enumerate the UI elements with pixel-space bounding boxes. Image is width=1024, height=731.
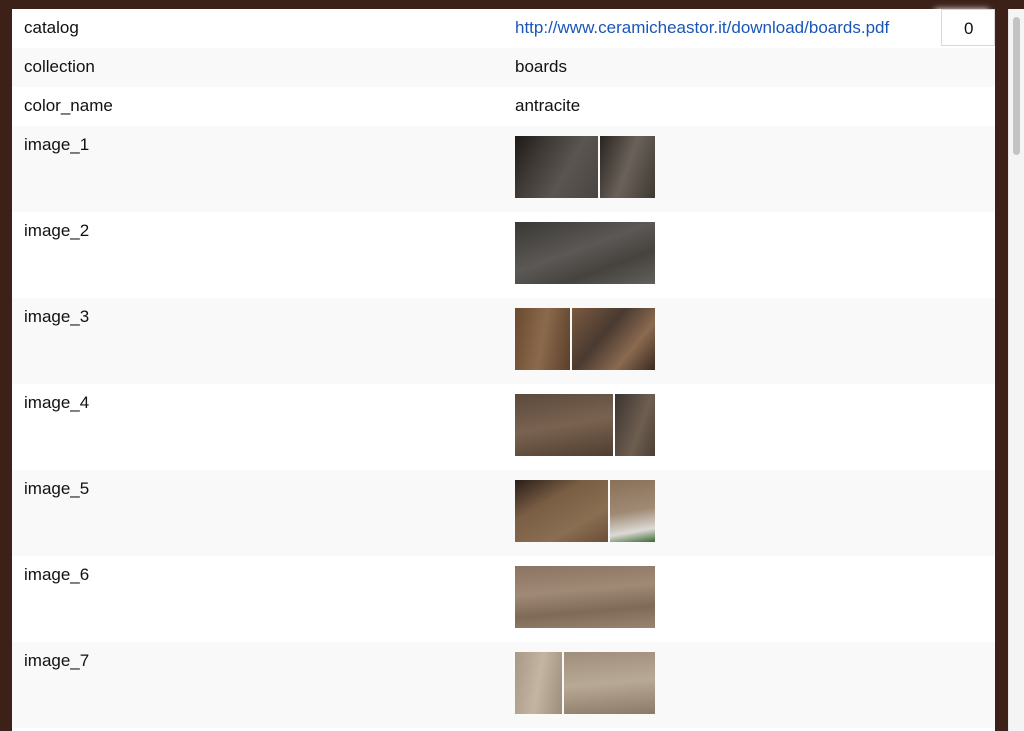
row-key: image_5: [24, 479, 90, 498]
image-thumbnail[interactable]: [515, 566, 655, 628]
image-thumbnail[interactable]: [515, 222, 655, 284]
row-key: catalog: [24, 18, 79, 37]
row-catalog: catalog http://www.ceramicheastor.it/dow…: [12, 9, 995, 48]
row-value: boards: [515, 57, 567, 76]
row-key: image_7: [24, 651, 90, 670]
row-color-name: color_name antracite: [12, 87, 995, 126]
row-key: image_6: [24, 565, 90, 584]
image-thumbnail[interactable]: [515, 308, 655, 370]
row-image-7: image_7: [12, 642, 995, 728]
image-thumbnail[interactable]: [515, 136, 655, 198]
row-key: image_1: [24, 135, 90, 154]
image-thumbnail[interactable]: [515, 480, 655, 542]
row-key: image_3: [24, 307, 90, 326]
image-thumbnail[interactable]: [515, 394, 655, 456]
row-key: image_2: [24, 221, 90, 240]
row-image-5: image_5: [12, 470, 995, 556]
row-key: image_4: [24, 393, 90, 412]
row-key: collection: [24, 57, 95, 76]
row-image-4: image_4: [12, 384, 995, 470]
row-image-2: image_2: [12, 212, 995, 298]
row-key: color_name: [24, 96, 113, 115]
row-image-3: image_3: [12, 298, 995, 384]
row-image-6: image_6: [12, 556, 995, 642]
details-panel: catalog http://www.ceramicheastor.it/dow…: [12, 9, 995, 731]
row-value: antracite: [515, 96, 581, 115]
image-thumbnail[interactable]: [515, 652, 655, 714]
row-collection: collection boards: [12, 48, 995, 87]
row-image-1: image_1: [12, 126, 995, 212]
vertical-scrollbar[interactable]: [1008, 9, 1024, 731]
scrollbar-thumb[interactable]: [1013, 17, 1020, 155]
count-badge: 0: [941, 9, 995, 46]
catalog-link[interactable]: http://www.ceramicheastor.it/download/bo…: [515, 18, 889, 38]
